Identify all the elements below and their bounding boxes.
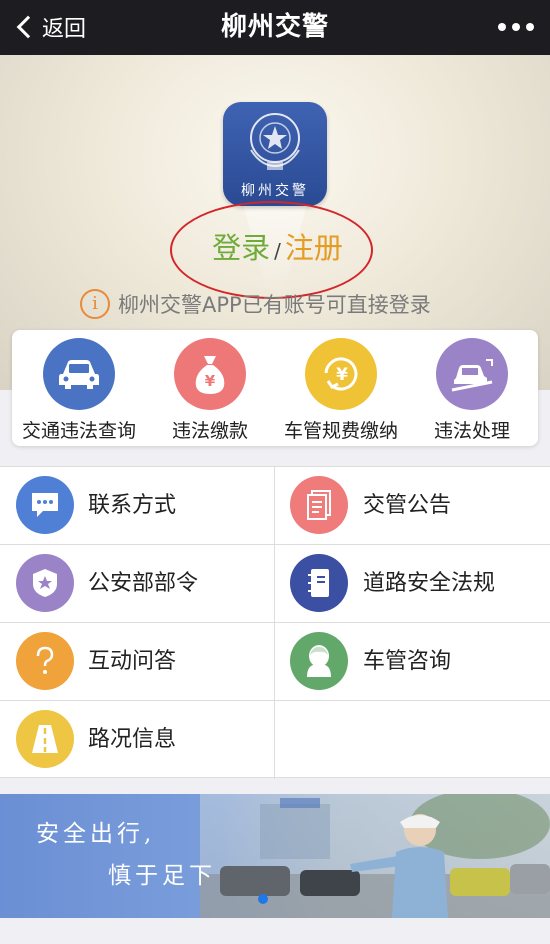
menu-label: 联系方式 <box>88 493 177 518</box>
traffic-police-photo <box>200 794 550 918</box>
carousel-indicator[interactable] <box>258 894 268 904</box>
more-dots-icon <box>498 23 506 31</box>
svg-text:¥: ¥ <box>205 372 216 390</box>
feature-menu-grid: 联系方式 交管公告 公安部部令 道路安全法规 互动问答 车管咨询 路况信息 <box>0 466 550 779</box>
nav-bar: 返回 柳州交警 <box>0 0 550 55</box>
banner-line-1: 安全出行, <box>36 821 156 847</box>
login-notice: i 柳州交警APP已有账号可直接登录 <box>80 287 431 321</box>
service-label: 违法缴款 <box>171 420 248 442</box>
police-emblem-icon <box>250 113 300 170</box>
menu-label: 车管咨询 <box>363 649 452 674</box>
menu-ministry-decrees[interactable]: 公安部部令 <box>0 545 275 623</box>
menu-label: 交管公告 <box>363 493 452 518</box>
notice-text: 柳州交警APP已有账号可直接登录 <box>118 293 431 317</box>
yen-refresh-icon: ¥ <box>305 338 377 410</box>
more-menu-button[interactable] <box>498 17 534 37</box>
document-icon <box>290 476 348 534</box>
menu-traffic-notice[interactable]: 交管公告 <box>275 467 550 545</box>
notebook-icon <box>290 554 348 612</box>
auth-links: 登录 / 注册 <box>205 227 350 269</box>
menu-road-info[interactable]: 路况信息 <box>0 701 275 779</box>
service-label: 交通违法查询 <box>21 420 136 442</box>
app-logo: 柳州交警 <box>223 102 327 206</box>
bottom-spacer <box>0 918 550 944</box>
auth-separator: / <box>274 239 281 263</box>
car-slope-icon <box>436 338 508 410</box>
menu-interactive-qa[interactable]: 互动问答 <box>0 623 275 701</box>
money-bag-icon: ¥ <box>174 338 246 410</box>
logo-text: 柳州交警 <box>241 183 309 199</box>
service-vehicle-fee-payment[interactable]: ¥ 车管规费缴纳 <box>276 336 406 442</box>
register-link[interactable]: 注册 <box>285 231 343 265</box>
question-icon <box>16 632 74 690</box>
quick-services-card: 交通违法查询 ¥ 违法缴款 ¥ 车管规费缴纳 违法处理 <box>12 330 538 446</box>
menu-label: 互动问答 <box>88 649 177 674</box>
banner-line-2: 慎于足下 <box>108 863 216 889</box>
chat-bubble-icon <box>16 476 74 534</box>
service-violation-handling[interactable]: 违法处理 <box>407 336 537 442</box>
menu-empty-cell <box>275 701 550 779</box>
page-title: 柳州交警 <box>220 12 329 42</box>
svg-text:¥: ¥ <box>336 365 348 385</box>
car-icon <box>43 338 115 410</box>
menu-contact[interactable]: 联系方式 <box>0 467 275 545</box>
info-icon: i <box>80 289 110 319</box>
menu-label: 公安部部令 <box>88 571 199 596</box>
service-traffic-violation-query[interactable]: 交通违法查询 <box>14 336 144 442</box>
menu-vehicle-consult[interactable]: 车管咨询 <box>275 623 550 701</box>
service-label: 违法处理 <box>433 420 510 442</box>
menu-label: 道路安全法规 <box>363 571 496 596</box>
login-link[interactable]: 登录 <box>212 231 270 265</box>
road-icon <box>16 710 74 768</box>
service-fine-payment[interactable]: ¥ 违法缴款 <box>145 336 275 442</box>
police-badge-icon <box>16 554 74 612</box>
service-label: 车管规费缴纳 <box>283 420 398 442</box>
promo-banner[interactable]: 安全出行, 慎于足下 <box>0 794 550 918</box>
menu-label: 路况信息 <box>88 727 177 752</box>
menu-road-safety-law[interactable]: 道路安全法规 <box>275 545 550 623</box>
person-icon <box>290 632 348 690</box>
